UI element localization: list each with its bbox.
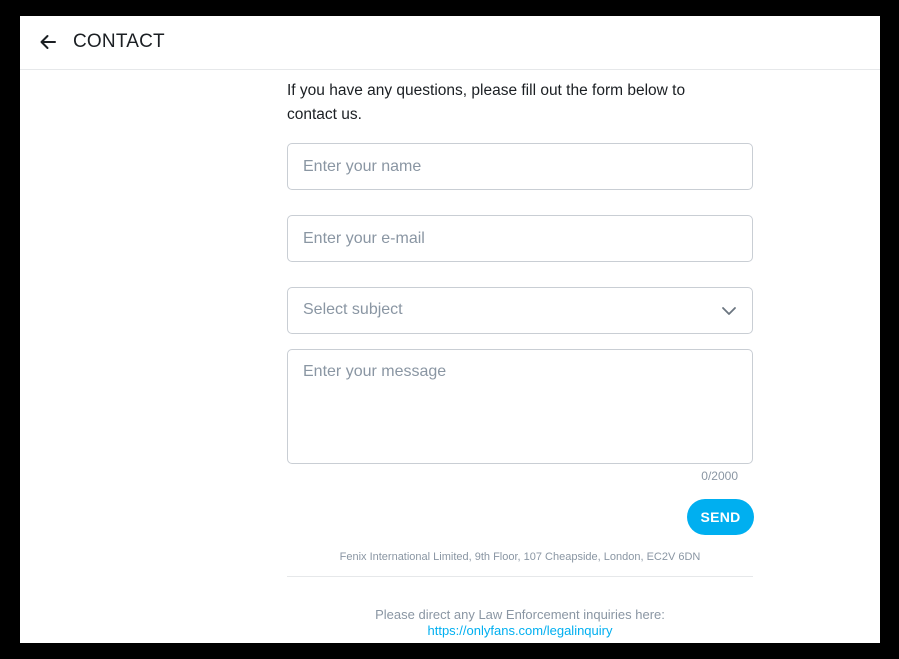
name-input[interactable] <box>287 143 753 190</box>
back-button[interactable] <box>34 28 62 56</box>
subject-select-value: Select subject <box>303 301 403 318</box>
message-textarea[interactable] <box>287 349 753 464</box>
contact-page: CONTACT If you have any questions, pleas… <box>20 16 880 643</box>
page-title: CONTACT <box>73 31 165 52</box>
page-header: CONTACT <box>20 16 880 70</box>
law-enforcement-link[interactable]: https://onlyfans.com/legalinquiry <box>287 623 753 638</box>
chevron-down-icon <box>722 307 736 315</box>
window-frame: CONTACT If you have any questions, pleas… <box>0 0 899 659</box>
arrow-left-icon <box>40 35 56 49</box>
law-enforcement-text: Please direct any Law Enforcement inquir… <box>375 607 665 622</box>
send-button[interactable]: SEND <box>687 499 754 535</box>
company-address: Fenix International Limited, 9th Floor, … <box>339 551 701 563</box>
intro-text: If you have any questions, please fill o… <box>287 82 686 123</box>
subject-select[interactable]: Select subject <box>287 287 753 334</box>
email-input[interactable] <box>287 215 753 262</box>
message-char-counter: 0/2000 <box>701 469 738 483</box>
footer-divider <box>287 576 753 577</box>
